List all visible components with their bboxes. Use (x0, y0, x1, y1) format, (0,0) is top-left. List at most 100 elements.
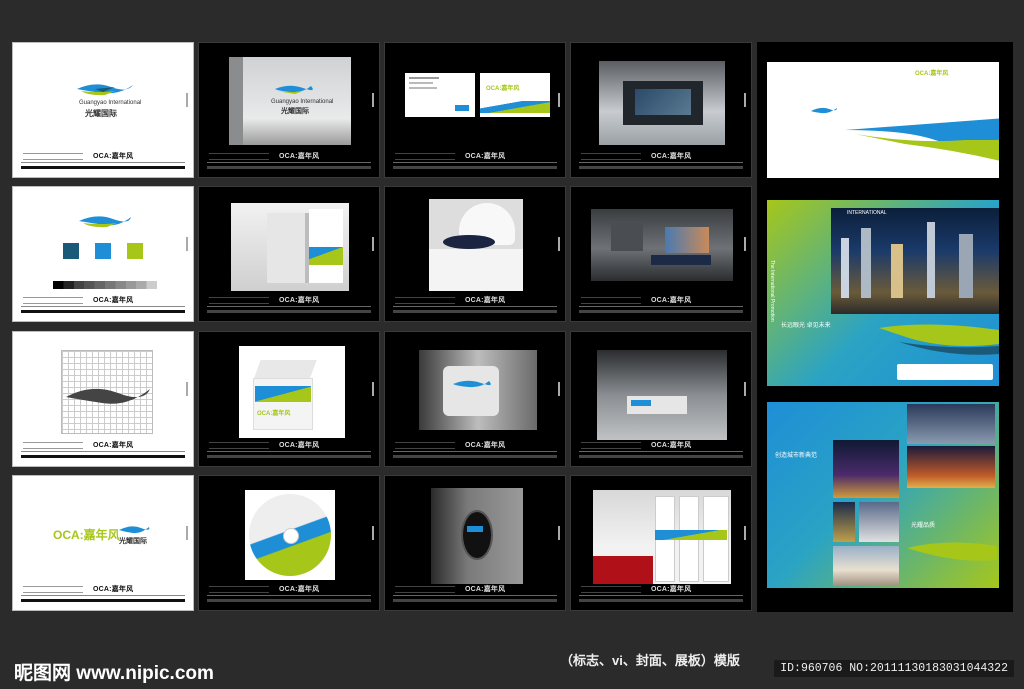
shopping-bag-photo (231, 203, 349, 291)
panel-color-palette[interactable]: OCA:嘉年风 (12, 186, 194, 322)
panel-logo-combination[interactable]: OCA:嘉年风 光耀国际 OCA:嘉年风 (12, 475, 194, 611)
oca-footer-logo: OCA:嘉年风 (93, 442, 134, 449)
brochure-vertical-text: The International Promotion (769, 260, 775, 322)
gray-scale (53, 281, 157, 289)
spec-text (395, 442, 455, 449)
panel-lobby-wall[interactable]: OCA:嘉年风 (570, 42, 752, 178)
divider (21, 162, 185, 163)
footer-bar (393, 310, 557, 313)
panel-mug[interactable]: OCA:嘉年风 (384, 331, 566, 467)
side-marker (744, 237, 746, 251)
side-marker (558, 382, 560, 396)
panel-cap-tshirt[interactable]: OCA:嘉年风 (384, 186, 566, 322)
divider (393, 162, 557, 163)
footer-bar (579, 166, 743, 169)
footer-bar (207, 599, 371, 602)
city-night-photo (831, 208, 999, 314)
brochure-spread-1[interactable]: INTERNATIONAL The International Promotio… (767, 200, 999, 386)
panel-shopping-bag[interactable]: OCA:嘉年风 (198, 186, 380, 322)
logo-grid (61, 350, 153, 434)
spec-text (209, 297, 269, 304)
template-caption: （标志、vi、封面、展板）模版 (560, 653, 740, 668)
small-photo-1 (833, 502, 855, 542)
panel-hallway-banners[interactable]: OCA:嘉年风 (570, 475, 752, 611)
spec-text (395, 153, 455, 160)
color-swatch-blue (95, 243, 111, 259)
spec-text (395, 297, 455, 304)
oca-footer-logo: OCA:嘉年风 (651, 297, 692, 304)
info-box (897, 364, 993, 380)
panel-door-plaque[interactable]: OCA:嘉年风 (384, 475, 566, 611)
oca-footer-logo: OCA:嘉年风 (279, 297, 320, 304)
oca-footer-logo: OCA:嘉年风 (93, 297, 134, 304)
side-marker (558, 526, 560, 540)
side-marker (744, 382, 746, 396)
oca-logo-large: OCA:嘉年风 (53, 528, 120, 542)
side-marker (558, 93, 560, 107)
divider (21, 306, 185, 307)
brochure-caption-1: 创造城市新典范 (775, 453, 818, 459)
watermark-logo: 昵图网 www.nipic.com (14, 663, 214, 684)
panel-packaging-box[interactable]: OCA:嘉年风 OCA:嘉年风 (198, 331, 380, 467)
spec-text (23, 586, 83, 593)
divider (393, 451, 557, 452)
reception-photo (591, 209, 733, 281)
side-marker (372, 382, 374, 396)
panel-reception[interactable]: OCA:嘉年风 (570, 186, 752, 322)
panel-business-cards[interactable]: OCA:嘉年风 OCA:嘉年风 (384, 42, 566, 178)
panel-building-sign[interactable]: Guangyao International 光耀国际 OCA:嘉年风 (198, 42, 380, 178)
spec-text (581, 586, 641, 593)
side-marker (744, 526, 746, 540)
panel-grid-spec[interactable]: OCA:嘉年风 (12, 331, 194, 467)
brand-name-en: Guangyao International (79, 100, 142, 106)
oca-footer-logo: OCA:嘉年风 (465, 442, 506, 449)
side-marker (372, 93, 374, 107)
brochure-headline: INTERNATIONAL (847, 210, 887, 216)
footer-bar (207, 166, 371, 169)
brand-name-cn: 光耀国际 (119, 538, 147, 545)
spec-text (581, 442, 641, 449)
business-card-back: OCA:嘉年风 (480, 73, 550, 117)
footer-bar (579, 455, 743, 458)
small-photo-2 (859, 502, 899, 542)
oca-footer-logo: OCA:嘉年风 (651, 153, 692, 160)
footer-bar (393, 455, 557, 458)
divider (579, 451, 743, 452)
footer-bar (21, 166, 185, 169)
divider (579, 162, 743, 163)
divider (207, 306, 371, 307)
spec-text (209, 442, 269, 449)
divider (579, 306, 743, 307)
oca-footer-logo: OCA:嘉年风 (93, 153, 134, 160)
brochure-cover[interactable]: OCA:嘉年风 (767, 62, 999, 178)
oca-footer-logo: OCA:嘉年风 (465, 153, 506, 160)
footer-bar (393, 599, 557, 602)
brochure-tagline: 长远眼光 卓见未来 (781, 323, 831, 329)
oca-footer-logo: OCA:嘉年风 (651, 442, 692, 449)
mug-photo (419, 350, 537, 430)
brochure-spread-2[interactable]: 创造城市新典范 光耀品质 (767, 402, 999, 588)
arcade-photo (907, 404, 995, 444)
spec-text (209, 153, 269, 160)
brand-name-cn: 光耀国际 (85, 109, 117, 118)
divider (393, 306, 557, 307)
cap-photo (429, 199, 523, 291)
oca-footer-logo: OCA:嘉年风 (651, 586, 692, 593)
brochure-caption-2: 光耀品质 (911, 523, 936, 529)
side-marker (186, 237, 188, 251)
cd-photo (245, 490, 335, 580)
divider (207, 162, 371, 163)
business-card-front (405, 73, 475, 117)
brand-logo-icon (119, 526, 150, 534)
color-swatch-teal (63, 243, 79, 259)
panel-logo-standard[interactable]: Guangyao International 光耀国际 OCA:嘉年风 (12, 42, 194, 178)
panel-cd-disc[interactable]: OCA:嘉年风 (198, 475, 380, 611)
divider (21, 451, 185, 452)
panel-corridor[interactable]: OCA:嘉年风 (570, 331, 752, 467)
side-marker (372, 526, 374, 540)
footer-bar (21, 455, 185, 458)
night-plaza-photo (833, 440, 899, 498)
side-marker (186, 526, 188, 540)
divider (393, 595, 557, 596)
footer-bar (579, 599, 743, 602)
